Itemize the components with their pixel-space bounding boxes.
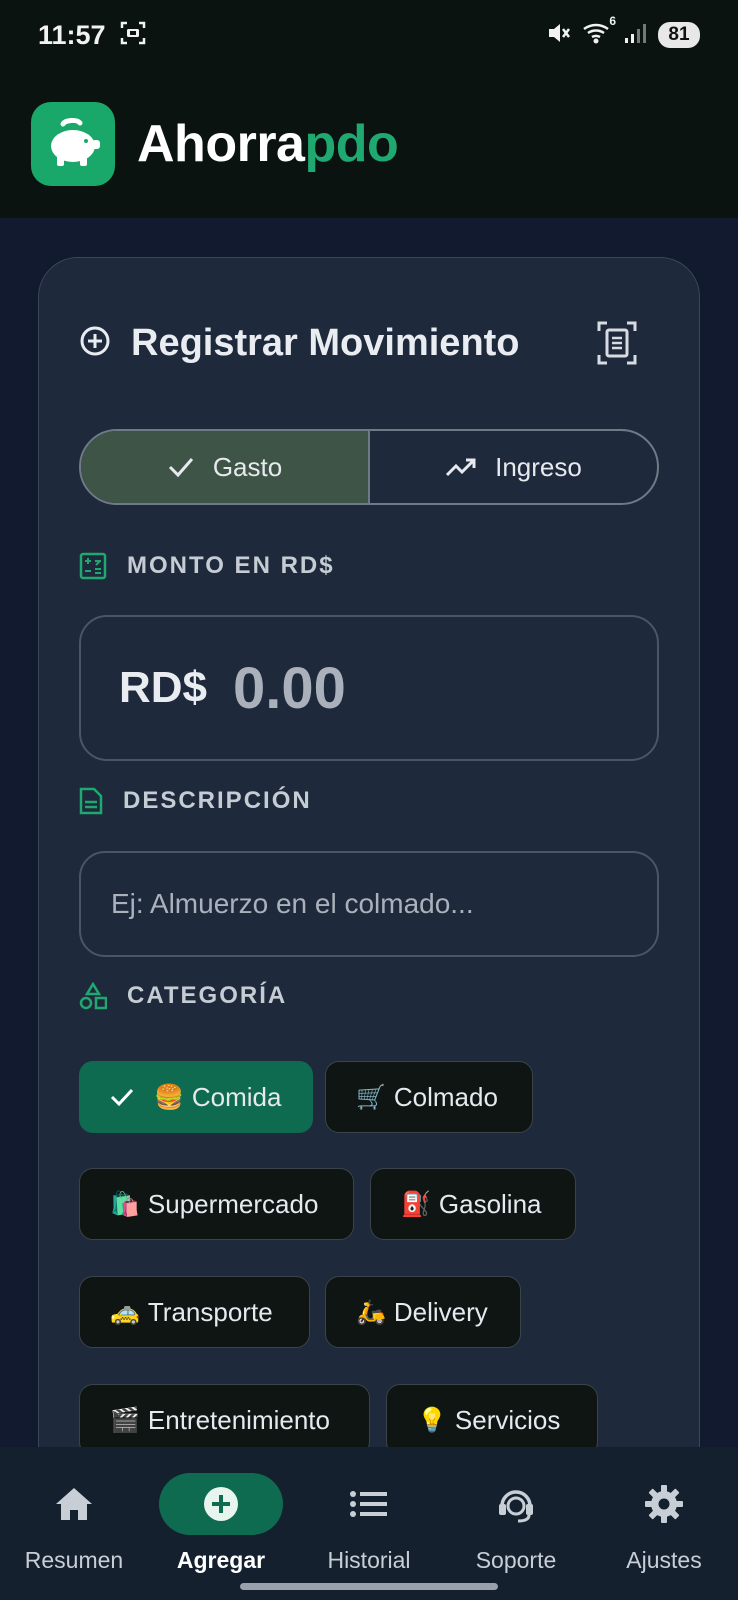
nav-label: Soporte [475,1547,557,1573]
calculator-icon [79,552,107,580]
mute-icon [546,20,572,51]
description-input[interactable] [111,888,631,920]
card-header: Registrar Movimiento [79,318,639,368]
nav-label: Historial [327,1547,411,1573]
description-label: DESCRIPCIÓN [123,787,312,814]
category-chip-label: Gasolina [438,1188,542,1219]
trending-up-icon [446,458,476,477]
home-icon [56,1488,92,1520]
burger-icon: 🍔 [154,1083,184,1111]
home-indicator[interactable] [240,1583,498,1590]
add-circle-icon [79,325,111,362]
document-icon [79,787,103,815]
movement-type-toggle: Gasto Ingreso [79,429,659,505]
nav-item-resumen[interactable]: Resumen [0,1447,148,1587]
app-brand: Ahorrapdo [137,114,399,174]
category-chip-servicios[interactable]: 💡 Servicios [386,1384,598,1456]
nav-label: Agregar [176,1547,266,1573]
status-bar: 11:57 6 81 [0,0,738,70]
brand-name-part2: pdo [304,115,399,173]
register-movement-card: Registrar Movimiento Gasto Ingreso MONTO… [38,257,700,1557]
nav-label: Ajustes [626,1547,702,1573]
screen-record-icon [120,20,146,51]
description-field[interactable] [79,851,659,957]
currency-label: RD$ [119,663,208,712]
category-section-label: CATEGORÍA [79,982,287,1010]
taxi-icon: 🚕 [110,1298,140,1326]
category-chip-label: Comida [191,1081,282,1112]
nav-label: Resumen [24,1547,124,1573]
category-chip-gasolina[interactable]: ⛽ Gasolina [370,1168,576,1240]
bottom-navigation: Resumen Agregar Historial Soporte Ajuste… [0,1447,738,1600]
network-badge: 6 [609,13,616,28]
description-section-label: DESCRIPCIÓN [79,786,312,816]
category-chip-label: Supermercado [147,1188,319,1219]
piggy-bank-icon [31,102,115,186]
lightbulb-icon: 💡 [417,1406,447,1434]
add-circle-icon [204,1487,238,1521]
nav-item-ajustes[interactable]: Ajustes [590,1447,738,1587]
document-scan-button[interactable] [595,320,639,366]
category-chip-transporte[interactable]: 🚕 Transporte [79,1276,310,1348]
document-scan-icon [597,321,637,365]
check-icon [168,458,193,478]
nav-item-soporte[interactable]: Soporte [442,1447,590,1587]
category-chip-label: Entretenimiento [147,1404,330,1435]
amount-value: 0.00 [233,655,346,721]
battery-indicator: 81 [658,22,700,48]
signal-icon [624,21,648,50]
page-title: Registrar Movimiento [131,321,520,364]
clapper-icon: 🎬 [110,1406,140,1434]
app-header: Ahorrapdo [0,70,738,218]
list-icon [350,1491,387,1517]
income-label: Ingreso [495,451,582,482]
expense-toggle-button[interactable]: Gasto [81,431,370,503]
income-toggle-button[interactable]: Ingreso [370,431,657,503]
nav-item-agregar[interactable]: Agregar [147,1447,295,1587]
fuel-pump-icon: ⛽ [401,1190,431,1218]
wifi-icon: 6 [582,14,616,51]
expense-label: Gasto [212,451,283,482]
scooter-icon: 🛵 [356,1298,386,1326]
amount-input[interactable]: RD$ 0.00 [79,615,659,761]
shapes-icon [79,982,107,1010]
category-chip-supermercado[interactable]: 🛍️ Supermercado [79,1168,354,1240]
check-icon [110,1087,134,1107]
nav-item-historial[interactable]: Historial [295,1447,443,1587]
category-chip-delivery[interactable]: 🛵 Delivery [325,1276,521,1348]
category-chip-label: Servicios [454,1404,561,1435]
gear-icon [645,1485,683,1523]
shopping-bags-icon: 🛍️ [110,1190,140,1218]
category-chip-comida[interactable]: 🍔 Comida [79,1061,313,1133]
status-time: 11:57 [38,19,106,50]
category-chip-label: Transporte [147,1296,273,1327]
category-chip-label: Colmado [393,1081,498,1112]
category-label: CATEGORÍA [127,982,288,1009]
category-chip-label: Delivery [393,1296,488,1327]
amount-label: MONTO EN RD$ [127,552,335,579]
cart-icon: 🛒 [356,1083,386,1111]
category-chip-entretenimiento[interactable]: 🎬 Entretenimiento [79,1384,370,1456]
support-agent-icon [499,1490,533,1523]
amount-section-label: MONTO EN RD$ [79,552,335,580]
category-chip-colmado[interactable]: 🛒 Colmado [325,1061,533,1133]
brand-name-part1: Ahorra [137,115,305,173]
